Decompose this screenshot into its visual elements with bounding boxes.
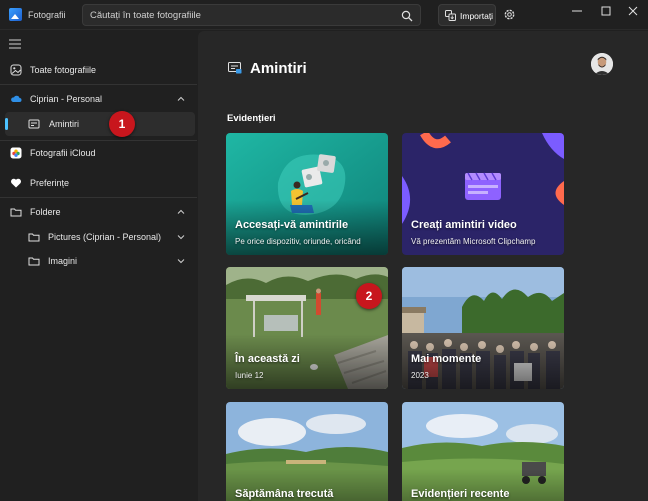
import-label: Importați — [460, 11, 494, 21]
sidebar-item-account[interactable]: Ciprian - Personal — [4, 87, 195, 111]
title-bar: Fotografii Căutați în toate fotografiile… — [0, 0, 648, 30]
sidebar-item-memories[interactable]: Amintiri — [5, 112, 195, 136]
photos-icon — [10, 64, 22, 76]
sidebar: Toate fotografiile Ciprian - Personal Am… — [0, 31, 197, 501]
sidebar-item-all-photos[interactable]: Toate fotografiile — [4, 58, 195, 82]
sidebar-item-folder-imagini[interactable]: Imagini — [4, 249, 195, 273]
avatar[interactable] — [591, 53, 613, 75]
import-button[interactable]: Importați — [438, 4, 496, 26]
minimize-icon — [572, 10, 582, 12]
search-icon[interactable] — [401, 10, 413, 22]
sidebar-item-label: Foldere — [30, 207, 61, 217]
memory-card-recent-highlights[interactable]: Evidențieri recente — [402, 402, 564, 501]
cloud-icon — [11, 95, 22, 102]
sidebar-item-label: Preferințe — [30, 178, 70, 188]
sidebar-item-label: Toate fotografiile — [30, 65, 97, 75]
import-icon — [445, 10, 456, 21]
page-title: Amintiri — [250, 60, 307, 77]
sidebar-item-label: Ciprian - Personal — [30, 94, 103, 104]
avatar-image — [591, 53, 613, 75]
memory-card-access[interactable]: Accesați-vă amintirile Pe orice dispozit… — [226, 133, 388, 255]
sidebar-divider — [0, 197, 197, 198]
sidebar-item-label: Imagini — [48, 256, 78, 266]
memory-card-more-moments[interactable]: Mai momente 2023 — [402, 267, 564, 389]
icloud-icon — [10, 147, 22, 159]
maximize-button[interactable] — [591, 0, 621, 22]
gear-icon[interactable] — [503, 8, 516, 21]
search-input[interactable]: Căutați în toate fotografiile — [82, 4, 421, 26]
sidebar-item-favorites[interactable]: Preferințe — [4, 171, 195, 195]
card-subtitle: Pe orice dispozitiv, oriunde, oricând — [235, 237, 361, 246]
minimize-button[interactable] — [562, 0, 592, 22]
memory-card-last-week[interactable]: Săptămâna trecută — [226, 402, 388, 501]
memories-icon — [28, 119, 40, 129]
sidebar-item-label: Fotografii iCloud — [30, 148, 96, 158]
memories-icon — [228, 62, 242, 74]
step-badge: 1 — [109, 111, 135, 137]
chevron-down-icon[interactable] — [177, 257, 185, 265]
card-title: Săptămâna trecută — [235, 488, 334, 500]
heart-icon — [11, 178, 21, 188]
card-title: Accesați-vă amintirile — [235, 219, 349, 231]
folder-icon — [28, 257, 40, 266]
card-title: Creați amintiri video — [411, 219, 517, 231]
hamburger-menu-icon[interactable] — [9, 39, 21, 49]
sidebar-item-label: Amintiri — [49, 119, 80, 129]
sidebar-item-folder-pictures[interactable]: Pictures (Ciprian - Personal) — [4, 225, 195, 249]
folder-icon — [10, 208, 22, 217]
card-title: Evidențieri recente — [411, 488, 510, 500]
sidebar-divider — [0, 84, 197, 85]
card-subtitle: Vă prezentăm Microsoft Clipchamp — [411, 237, 536, 246]
close-icon — [628, 6, 638, 16]
chevron-down-icon[interactable] — [177, 233, 185, 241]
main-content: Amintiri Evidențieri Accesați-vă amintir… — [198, 31, 648, 501]
search-placeholder: Căutați în toate fotografiile — [90, 10, 201, 21]
photos-app-icon — [9, 8, 22, 21]
card-subtitle: 2023 — [411, 371, 429, 380]
card-subtitle: Iunie 12 — [235, 371, 264, 380]
section-title: Evidențieri — [227, 113, 276, 124]
memory-card-create-video[interactable]: Creați amintiri video Vă prezentăm Micro… — [402, 133, 564, 255]
maximize-icon — [601, 6, 611, 16]
sidebar-item-folders[interactable]: Foldere — [4, 200, 195, 224]
close-button[interactable] — [618, 0, 648, 22]
card-title: Mai momente — [411, 353, 482, 365]
sidebar-item-label: Pictures (Ciprian - Personal) — [48, 232, 162, 242]
folder-icon — [28, 233, 40, 242]
selection-indicator — [5, 118, 8, 130]
chevron-up-icon[interactable] — [177, 208, 185, 216]
sidebar-item-icloud[interactable]: Fotografii iCloud — [4, 141, 195, 165]
app-title: Fotografii — [28, 10, 66, 20]
card-title: În această zi — [235, 353, 300, 365]
chevron-up-icon[interactable] — [177, 95, 185, 103]
step-badge: 2 — [356, 283, 382, 309]
